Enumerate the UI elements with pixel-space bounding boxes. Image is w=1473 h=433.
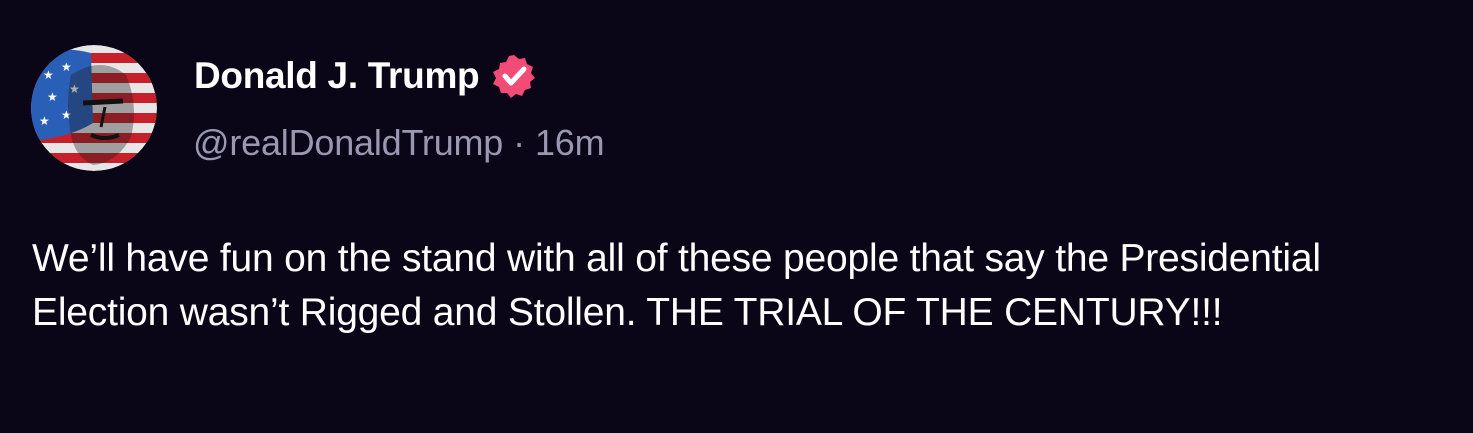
avatar[interactable]: ★ ★ ★ ★ ★ ★ [31, 45, 157, 171]
svg-text:★: ★ [47, 90, 58, 104]
post-meta: @realDonaldTrump · 16m [193, 122, 605, 164]
meta-separator: · [513, 122, 525, 163]
author-handle[interactable]: @realDonaldTrump [193, 122, 503, 163]
author-name-row: Donald J. Trump [194, 52, 537, 100]
post-body-text: We’ll have fun on the stand with all of … [32, 237, 1321, 334]
svg-text:★: ★ [43, 68, 54, 82]
post-card: ★ ★ ★ ★ ★ ★ Donald J. Trump @realDonaldT… [0, 0, 1473, 433]
avatar-image: ★ ★ ★ ★ ★ ★ [31, 45, 157, 171]
verified-badge-icon [491, 53, 537, 99]
display-name[interactable]: Donald J. Trump [194, 55, 480, 97]
svg-text:★: ★ [39, 114, 50, 128]
post-timestamp[interactable]: 16m [535, 122, 605, 163]
svg-text:★: ★ [61, 60, 72, 74]
